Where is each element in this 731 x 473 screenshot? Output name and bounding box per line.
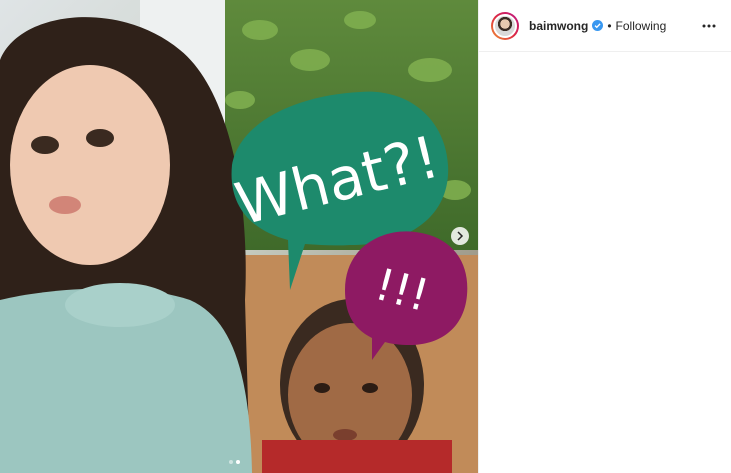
username-link[interactable]: baimwong	[529, 19, 588, 33]
chevron-right-icon	[457, 231, 464, 241]
more-options-icon	[702, 24, 716, 27]
stickers-layer: What?! !!!	[229, 91, 468, 360]
carousel-next-button[interactable]	[451, 227, 469, 245]
post-sidebar: baimwong • Following	[478, 0, 731, 473]
following-button[interactable]: Following	[616, 19, 667, 33]
carousel-dot-active	[236, 460, 240, 464]
verified-badge-icon	[592, 20, 604, 31]
avatar[interactable]	[491, 11, 519, 40]
avatar-image	[493, 13, 517, 38]
carousel-indicator	[229, 460, 240, 464]
post-header: baimwong • Following	[479, 0, 731, 52]
more-options-button[interactable]	[699, 16, 719, 36]
purple-speech-bubble: !!!	[345, 231, 468, 360]
instagram-post: What?! !!! baimwong • Following	[0, 0, 731, 473]
post-media[interactable]: What?! !!!	[0, 0, 478, 473]
carousel-dot	[229, 460, 233, 464]
separator-dot: •	[607, 18, 612, 33]
